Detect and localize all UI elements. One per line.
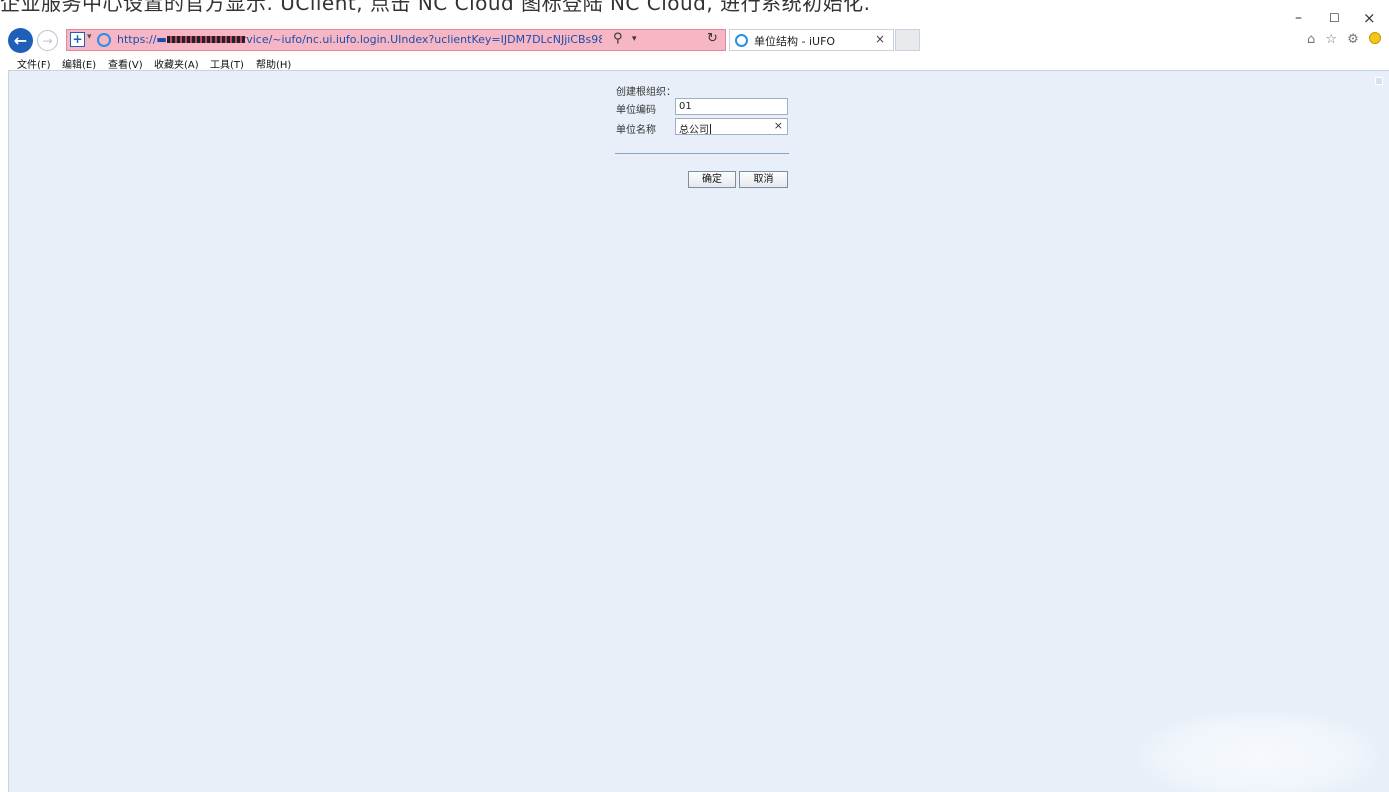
forward-button[interactable]: → — [37, 30, 58, 51]
org-name-label: 单位名称 — [616, 125, 656, 136]
feedback-smile-icon[interactable] — [1368, 32, 1381, 44]
new-tab-button[interactable] — [895, 29, 920, 51]
redacted-host-mark — [167, 36, 245, 43]
home-star-gear-icons[interactable]: ⌂ ☆ ⚙ — [1307, 32, 1362, 47]
address-bar[interactable]: + ▾ https://▬▬▬▬▬▬▬service/~iufo/nc.ui.i… — [66, 29, 726, 51]
compat-view-icon[interactable]: + — [70, 32, 85, 47]
org-name-input[interactable]: 总公司 × — [675, 118, 788, 136]
tab-close-icon[interactable]: × — [875, 32, 885, 46]
org-name-value: 总公司 — [679, 125, 709, 136]
back-arrow-icon: ← — [13, 31, 28, 50]
ie-logo-icon — [97, 33, 111, 47]
org-code-input[interactable]: 01 — [675, 98, 788, 115]
browser-right-icons: ⌂ ☆ ⚙ — [1307, 32, 1381, 47]
text-caret — [710, 124, 711, 134]
cancel-button[interactable]: 取消 — [739, 171, 788, 188]
clear-icon[interactable]: × — [774, 119, 783, 132]
form-title: 创建根组织： — [616, 87, 676, 98]
clipped-document-text-strip: 企业服务中心设置的官方显示. UClient, 点击 NC Cloud 图标登陆… — [0, 0, 1389, 24]
tab-ie-icon — [735, 34, 748, 47]
forward-arrow-icon: → — [42, 33, 53, 48]
org-code-value: 01 — [679, 101, 692, 112]
search-icon[interactable]: ⚲ — [613, 31, 623, 46]
form-divider — [615, 153, 789, 154]
browser-tab-active[interactable]: 单位结构 - iUFO × — [729, 29, 894, 51]
org-code-label: 单位编码 — [616, 105, 656, 116]
menu-view[interactable]: 查看(V) — [108, 56, 143, 71]
menu-file[interactable]: 文件(F) — [17, 56, 51, 71]
browser-toolbar: ← → + ▾ https://▬▬▬▬▬▬▬service/~iufo/nc.… — [0, 24, 1389, 56]
refresh-icon[interactable]: ↻ — [707, 31, 718, 46]
search-dropdown-icon[interactable]: ▾ — [632, 34, 637, 44]
back-button[interactable]: ← — [8, 28, 33, 53]
menu-tools[interactable]: 工具(T) — [210, 56, 244, 71]
background-cloud-decoration — [1139, 711, 1379, 792]
window-maximize-button[interactable]: ☐ — [1329, 11, 1340, 25]
dropdown-arrow-icon[interactable]: ▾ — [87, 32, 92, 42]
menu-bar: 文件(F) 编辑(E) 查看(V) 收藏夹(A) 工具(T) 帮助(H) — [0, 56, 1389, 71]
clipped-text: 企业服务中心设置的官方显示. UClient, 点击 NC Cloud 图标登陆… — [0, 0, 871, 15]
menu-help[interactable]: 帮助(H) — [256, 56, 291, 71]
corner-square-icon[interactable] — [1375, 77, 1383, 85]
tab-title: 单位结构 - iUFO — [754, 35, 836, 48]
confirm-button[interactable]: 确定 — [688, 171, 736, 188]
menu-favorites[interactable]: 收藏夹(A) — [154, 56, 199, 71]
menu-edit[interactable]: 编辑(E) — [62, 56, 96, 71]
page-content: 创建根组织： 单位编码 01 单位名称 总公司 × 确定 取消 — [8, 70, 1389, 792]
